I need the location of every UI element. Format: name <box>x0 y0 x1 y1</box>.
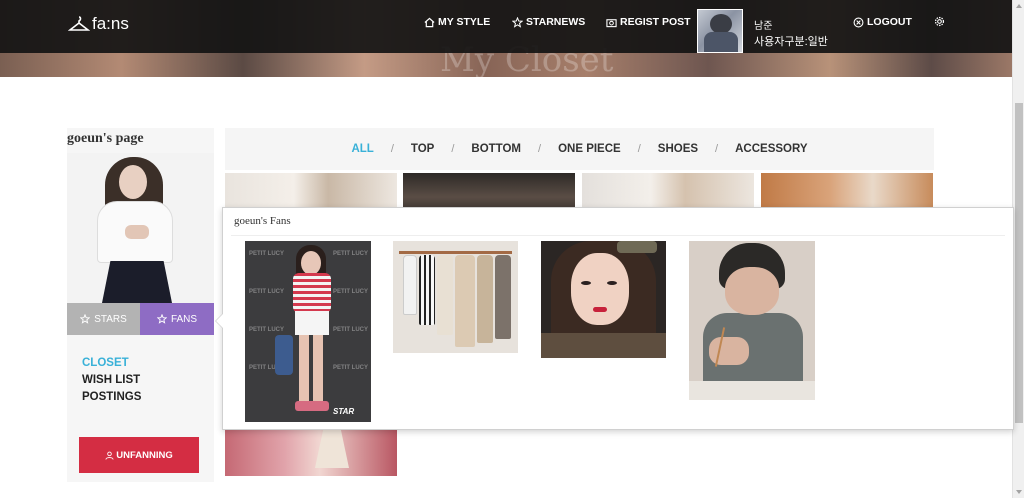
settings-button[interactable] <box>934 16 945 27</box>
backdrop-text: PETIT LUCY <box>333 289 369 295</box>
user-avatar[interactable] <box>697 9 743 53</box>
gear-icon <box>934 16 945 27</box>
category-accessory[interactable]: ACCESSORY <box>735 143 807 155</box>
backdrop-text: PETIT LUCY <box>333 251 369 257</box>
logo-text: fa:ns <box>92 14 129 33</box>
star-icon <box>512 16 523 28</box>
popup-pointer <box>215 313 223 329</box>
hanger-icon <box>68 16 90 31</box>
popup-title: goeun's Fans <box>234 215 291 227</box>
nav-my-style-label: MY STYLE <box>438 16 491 28</box>
nav-logout-label: LOGOUT <box>867 16 912 28</box>
power-icon <box>853 17 864 27</box>
category-bar: ALL / TOP / BOTTOM / ONE PIECE / SHOES /… <box>225 128 934 170</box>
star-icon <box>156 314 167 324</box>
backdrop-text: PETIT LUCY <box>249 327 285 333</box>
fan-photo-1[interactable]: PETIT LUCY PETIT LUCY PETIT LUCY PETIT L… <box>245 241 371 422</box>
backdrop-text: PETIT LUCY <box>249 289 285 295</box>
nav-starnews[interactable]: STARNEWS <box>512 16 585 28</box>
category-shoes[interactable]: SHOES <box>658 143 698 155</box>
sidebar-item-wish-list[interactable]: WISH LIST <box>82 374 140 386</box>
category-top[interactable]: TOP <box>411 143 434 155</box>
backdrop-text: PETIT LUCY <box>333 327 369 333</box>
user-type: 사용자구분:일반 <box>754 36 828 48</box>
star-icon <box>80 314 91 324</box>
top-nav: fa:ns MY STYLE STARNEWS REGIST POST 남준 사… <box>0 0 1012 53</box>
category-divider: / <box>538 143 542 155</box>
nav-regist-post[interactable]: REGIST POST <box>606 16 691 28</box>
fan-photo-2[interactable] <box>393 241 518 353</box>
nav-my-style[interactable]: MY STYLE <box>424 16 490 28</box>
tab-stars-label: STARS <box>94 313 127 325</box>
sidebar-item-closet[interactable]: CLOSET <box>82 357 129 369</box>
nav-regist-post-label: REGIST POST <box>620 16 691 28</box>
nav-logout[interactable]: LOGOUT <box>853 16 912 28</box>
profile-title: goeun's page <box>67 131 144 146</box>
star-badge: STAR <box>333 407 355 416</box>
backdrop-text: PETIT LUCY <box>249 251 285 257</box>
tab-stars[interactable]: STARS <box>67 303 140 335</box>
category-divider: / <box>390 143 394 155</box>
nav-starnews-label: STARNEWS <box>526 16 586 28</box>
scroll-up-icon[interactable] <box>1016 4 1022 8</box>
sidebar-item-postings[interactable]: POSTINGS <box>82 391 141 403</box>
user-icon <box>105 451 114 460</box>
user-name: 남준 <box>754 21 773 32</box>
fan-photo-4[interactable] <box>689 241 815 400</box>
scroll-thumb[interactable] <box>1015 103 1023 423</box>
profile-photo <box>67 153 214 303</box>
tab-fans[interactable]: FANS <box>140 303 214 335</box>
category-bottom[interactable]: BOTTOM <box>471 143 521 155</box>
logo[interactable]: fa:ns <box>68 14 129 34</box>
category-divider: / <box>637 143 641 155</box>
popup-divider <box>231 235 1005 236</box>
camera-icon <box>606 18 617 27</box>
backdrop-text: PETIT LUCY <box>333 365 369 371</box>
scroll-down-icon[interactable] <box>1016 490 1022 494</box>
unfanning-button[interactable]: UNFANNING <box>79 437 199 473</box>
unfanning-label: UNFANNING <box>116 449 173 461</box>
home-icon <box>424 17 435 27</box>
category-one-piece[interactable]: ONE PIECE <box>558 143 621 155</box>
category-divider: / <box>451 143 455 155</box>
tab-fans-label: FANS <box>170 313 198 325</box>
fans-popup: goeun's Fans PETIT LUCY PETIT LUCY PETIT… <box>215 207 1014 430</box>
fan-photo-3[interactable] <box>541 241 666 358</box>
category-all[interactable]: ALL <box>351 143 373 155</box>
product-thumbnail[interactable] <box>225 428 397 476</box>
category-divider: / <box>715 143 719 155</box>
profile-panel: goeun's page STARS FANS CLOSET WISH LIST… <box>67 128 214 482</box>
